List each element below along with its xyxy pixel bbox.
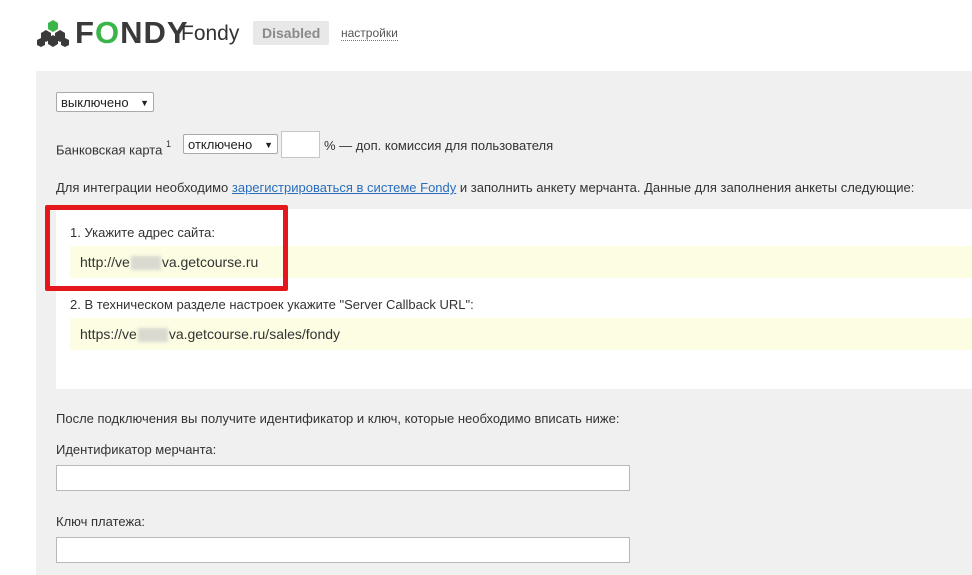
header: FONDY Fondy Disabled настройки [0,0,972,70]
settings-link[interactable]: настройки [341,27,398,41]
payment-key-input[interactable] [56,537,630,563]
fondy-logo-icon [37,20,69,47]
status-badge: Disabled [253,21,330,45]
integration-intro: Для интеграции необходимо зарегистрирова… [56,180,915,195]
brand-name: FONDY [75,15,189,50]
bank-card-label: Банковская карта 1 [56,139,171,158]
merchant-id-label: Идентификатор мерчанта: [56,442,217,457]
redacted-text [137,328,168,343]
payment-key-label: Ключ платежа: [56,514,146,529]
triangle-down-icon: ▼ [264,140,273,150]
bank-card-select-value: отключено [188,137,253,152]
page-title: Fondy [181,22,240,45]
footnote-marker: 1 [165,139,171,149]
commission-text: % — доп. комиссия для пользователя [324,138,554,153]
red-highlight-frame [45,205,288,291]
commission-input[interactable] [281,131,320,158]
register-link[interactable]: зарегистрироваться в системе Fondy [232,180,456,195]
settings-panel: выключено ▼ Банковская карта 1 отключено… [36,71,972,575]
step2-callback-url: https://ve va.getcourse.ru/sales/fondy [70,318,972,350]
bank-card-row: Банковская карта 1 отключено ▼ % — доп. … [56,131,956,158]
bank-card-select[interactable]: отключено ▼ [183,134,278,154]
status-select[interactable]: выключено ▼ [56,92,154,112]
status-select-value: выключено [61,95,129,110]
step2-label: 2. В техническом разделе настроек укажит… [70,297,474,312]
merchant-id-input[interactable] [56,465,630,491]
triangle-down-icon: ▼ [140,98,149,108]
after-connection-text: После подключения вы получите идентифика… [56,411,620,426]
